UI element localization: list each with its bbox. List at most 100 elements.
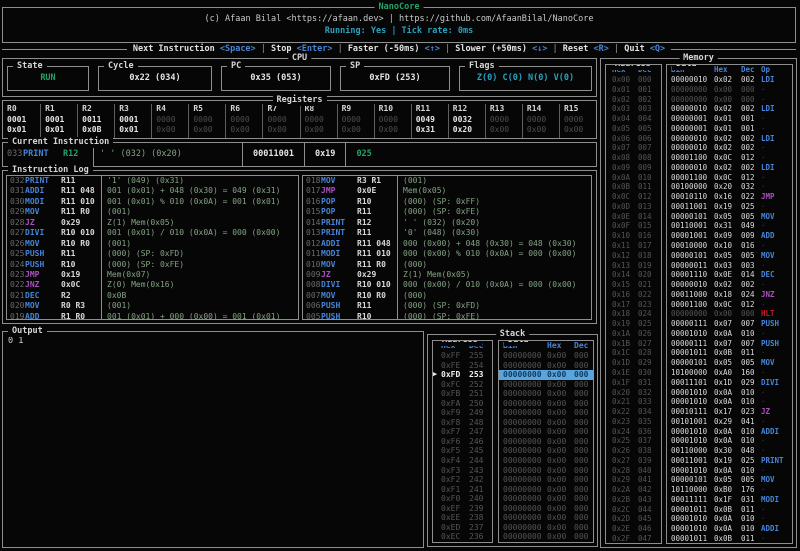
memory-opcode: LDI [761, 104, 775, 114]
memory-address-dec: 007 [638, 143, 658, 153]
stack-value-hex: 0x00 [547, 494, 574, 504]
memory-address-dec: 011 [638, 182, 658, 192]
stack-address-hex: 0xEF [441, 504, 469, 514]
log-opcode: PRINT [25, 176, 61, 186]
memory-value-dec: 002 [741, 143, 761, 153]
memory-opcode: ADDI [761, 427, 779, 437]
stack-value-bin: 00000000 [503, 494, 547, 504]
memory-address-row: 0x08008 [606, 153, 661, 163]
memory-opcode: MOV [761, 475, 775, 485]
memory-value-dec: 003 [741, 261, 761, 271]
cpu-flags-box: Flags Z(0) C(0) N(0) V(0) [459, 66, 592, 91]
memory-data-row: 000000100x02002LDI [667, 104, 792, 114]
menu-item-next-instruction[interactable]: Next Instruction <Space> [133, 44, 256, 54]
stack-value-dec: 000 [574, 370, 592, 380]
menu-separator: | [547, 44, 562, 54]
memory-address-dec: 019 [638, 261, 658, 271]
memory-value-hex: 0x00 [714, 95, 741, 105]
log-detail: (000) (SP: 0xFE) [101, 260, 298, 270]
memory-value-dec: 002 [741, 104, 761, 114]
memory-value-bin: 00001100 [671, 153, 714, 163]
instruction-log-row: 022JNZ0x0CZ(0) Mem(0x16) [7, 280, 298, 290]
command-items: Next Instruction <Space> | Stop <Enter> … [127, 44, 671, 54]
memory-value-hex: 0x03 [714, 261, 741, 271]
memory-data-header-hex: Hex [714, 65, 741, 75]
stack-address-hex: 0xF5 [441, 446, 469, 456]
memory-value-bin: 00001010 [671, 427, 714, 437]
stack-address-row: 0xF4244 [433, 456, 492, 466]
memory-value-dec: 011 [741, 348, 761, 358]
log-args: R11 048 [357, 239, 397, 249]
memory-address-hex: 0x0D [612, 202, 638, 212]
memory-address-hex: 0x0A [612, 173, 638, 183]
memory-value-bin: 00001010 [671, 388, 714, 398]
log-args: R10 010 [357, 280, 397, 290]
log-args: 0x0C [61, 280, 101, 290]
memory-address-dec: 030 [638, 368, 658, 378]
memory-data-row: 000000000x00000· [667, 85, 792, 95]
memory-address-hex: 0x08 [612, 153, 638, 163]
log-opcode: MOV [321, 260, 357, 270]
memory-data-row: 000001010x05005MOV [667, 212, 792, 222]
log-detail: Z(1) Mem(0x05) [397, 270, 591, 280]
stack-value-dec: 000 [574, 523, 592, 533]
memory-data-row: 000111110x1F031MODI [667, 495, 792, 505]
stack-data-header-hex: Hex [547, 341, 574, 351]
log-line-number: 014 [303, 218, 321, 228]
memory-data-row: 000000010x01001· [667, 114, 792, 124]
memory-data-row: 000011000x0C012· [667, 173, 792, 183]
memory-opcode: ADDI [761, 524, 779, 534]
register-hex-value: 0x01 [119, 125, 151, 136]
stack-address-title: Address [438, 340, 482, 346]
memory-value-dec: 001 [741, 114, 761, 124]
memory-address-dec: 003 [638, 104, 658, 114]
memory-opcode: · [761, 388, 766, 398]
memory-address-row: 0x0B011 [606, 182, 661, 192]
memory-value-bin: 10100000 [671, 368, 714, 378]
memory-address-row: 0x14020 [606, 270, 661, 280]
log-detail: 000 (0x00) + 048 (0x30) = 048 (0x30) [397, 239, 591, 249]
memory-value-bin: 00011111 [671, 495, 714, 505]
stack-address-dec: 251 [469, 389, 491, 399]
memory-address-row: 0x21033 [606, 397, 661, 407]
log-line-number: 027 [7, 228, 25, 238]
output-text: 0 1 [3, 332, 423, 350]
stack-value-hex: 0x00 [547, 427, 574, 437]
memory-value-hex: 0x02 [714, 75, 741, 85]
log-detail: (000) (SP: 0xFE) [397, 312, 591, 320]
memory-address-dec: 042 [638, 485, 658, 495]
memory-value-bin: 00010111 [671, 407, 714, 417]
menu-item-faster-50ms[interactable]: Faster (-50ms) <↑> [348, 44, 440, 54]
log-detail: (000) (SP: 0xFD) [101, 249, 298, 259]
stack-value-bin: 00000000 [503, 389, 547, 399]
memory-address-dec: 024 [638, 309, 658, 319]
menu-item-reset[interactable]: Reset <R> [563, 44, 609, 54]
memory-address-hex: 0x20 [612, 388, 638, 398]
log-args: R2 [61, 291, 101, 301]
memory-value-bin: 00001011 [671, 505, 714, 515]
memory-opcode: · [761, 348, 766, 358]
stack-data-row: 000000000x00000 [499, 427, 593, 437]
log-line-number: 009 [303, 270, 321, 280]
memory-opcode: PRINT [761, 456, 784, 466]
memory-address-dec: 041 [638, 475, 658, 485]
log-opcode: MOV [25, 301, 61, 311]
memory-address-dec: 026 [638, 329, 658, 339]
menu-item-label: Quit [624, 44, 650, 54]
menu-item-slower-50ms[interactable]: Slower (+50ms) <↓> [455, 44, 547, 54]
register-r6: R600000x00 [225, 104, 262, 138]
stack-data-row: 000000000x00000 [499, 418, 593, 428]
memory-value-dec: 002 [741, 163, 761, 173]
log-detail: '1' (049) (0x31) [101, 176, 298, 186]
memory-value-bin: 00001011 [671, 348, 714, 358]
memory-value-hex: 0x02 [714, 163, 741, 173]
log-opcode: DEC [25, 291, 61, 301]
memory-opcode: · [761, 143, 766, 153]
log-args: 0x0E [357, 186, 397, 196]
memory-value-bin: 00000011 [671, 261, 714, 271]
menu-item-quit[interactable]: Quit <Q> [624, 44, 665, 54]
memory-opcode: · [761, 505, 766, 515]
log-opcode: JZ [321, 270, 357, 280]
memory-data-row: 000010100x0A010ADDI [667, 524, 792, 534]
memory-value-bin: 00001010 [671, 514, 714, 524]
